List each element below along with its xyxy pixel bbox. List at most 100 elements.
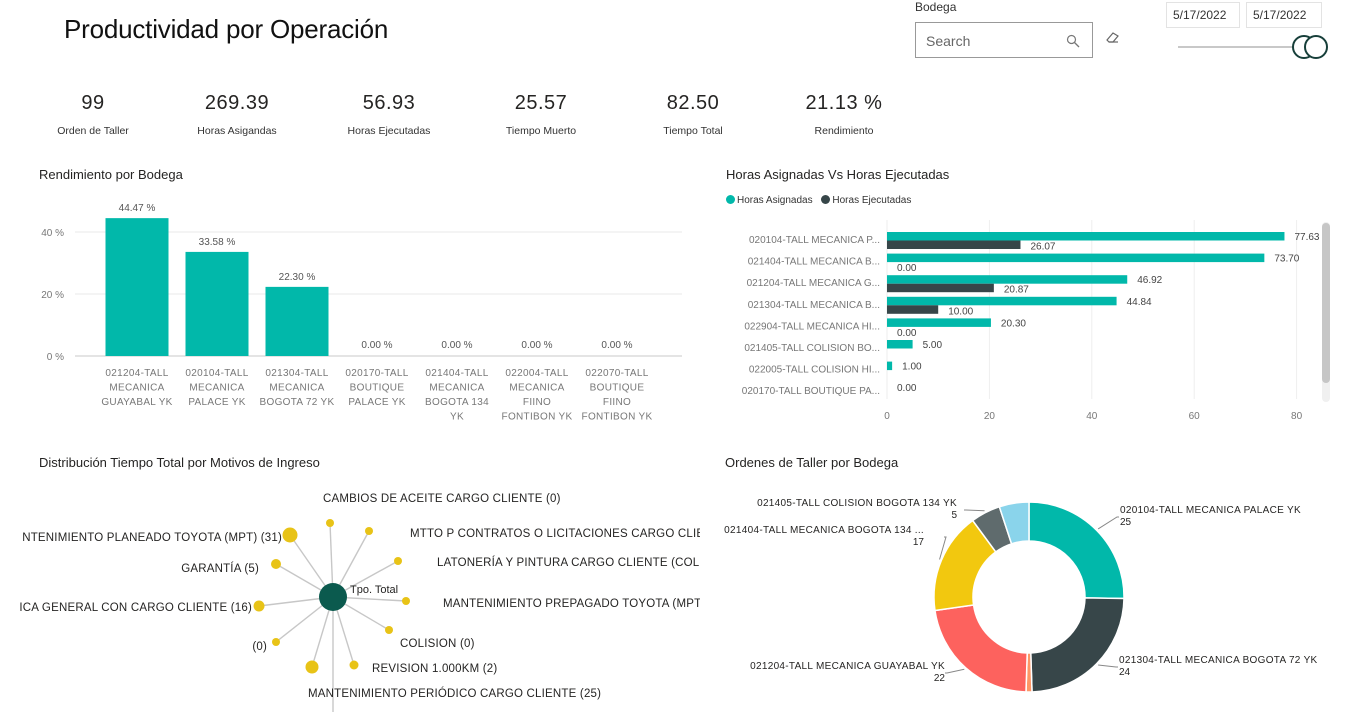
network-node[interactable] <box>326 519 334 527</box>
bar-ejecutadas[interactable] <box>887 240 1021 250</box>
slice-name-label: 020104-TALL MECANICA PALACE YK <box>1120 505 1301 516</box>
slice-name-label: 021405-TALL COLISION BOGOTA 134 YK <box>757 498 957 509</box>
leader-line <box>1097 516 1119 530</box>
donut-slice[interactable] <box>934 604 1028 693</box>
network-node[interactable] <box>394 557 402 565</box>
kpi-value: 82.50 <box>666 92 720 114</box>
bar-asignadas[interactable] <box>887 361 893 371</box>
data-label: 5.00 <box>923 340 943 351</box>
date-start-input[interactable]: 5/17/2022 <box>1166 2 1240 28</box>
network-node[interactable] <box>305 660 319 674</box>
x-tick-label: 60 <box>1189 411 1201 422</box>
kpi-label: Horas Ejecutadas <box>347 125 431 137</box>
kpi-value: 269.39 <box>204 92 270 114</box>
network-node[interactable] <box>271 559 281 569</box>
y-tick-label: 021405-TALL COLISION BO... <box>744 343 880 354</box>
bodega-slicer-label: Bodega <box>915 0 957 14</box>
x-tick-label: PALACE YK <box>348 397 405 408</box>
bar-ejecutadas[interactable] <box>887 305 939 314</box>
legend-item-asignadas[interactable]: Horas Asignadas <box>726 195 813 206</box>
horas-legend: Horas Asignadas Horas Ejecutadas <box>726 195 917 206</box>
node-label: LATONERÍA Y PINTURA CARGO CLIENTE (COLIS <box>437 556 700 569</box>
date-end-input[interactable]: 5/17/2022 <box>1246 2 1322 28</box>
network-node[interactable] <box>385 626 393 634</box>
slice-value-label: 24 <box>1119 667 1131 678</box>
x-tick-label: GUAYABAL YK <box>101 397 172 408</box>
kpi-label: Orden de Taller <box>57 125 129 137</box>
data-label: 22.30 % <box>279 272 316 283</box>
x-tick-label: FIINO <box>603 397 631 408</box>
bar[interactable] <box>105 218 169 356</box>
y-tick-label: 021304-TALL MECANICA B... <box>748 300 880 311</box>
kpi-card-ordenes: 99 Orden de Taller <box>23 92 163 137</box>
bar-asignadas[interactable] <box>887 340 913 349</box>
x-tick-label: YK <box>450 412 464 423</box>
node-label: CAMBIOS DE ACEITE CARGO CLIENTE (0) <box>323 493 561 505</box>
page-title: Productividad por Operación <box>64 14 389 44</box>
data-label: 10.00 <box>948 306 973 317</box>
center-node-label: Tpo. Total <box>350 584 398 596</box>
x-tick-label: MECANICA <box>189 383 244 394</box>
node-label: (0) <box>252 641 267 653</box>
x-tick-label: 021204-TALL <box>105 368 168 379</box>
legend-dot-asignadas <box>726 195 735 204</box>
x-tick-label: MECANICA <box>509 383 564 394</box>
bar-asignadas[interactable] <box>887 318 991 327</box>
slice-value-label: 5 <box>951 510 957 521</box>
eraser-icon[interactable] <box>1104 30 1120 44</box>
data-label: 44.47 % <box>119 203 156 214</box>
x-tick-label: MECANICA <box>269 383 324 394</box>
kpi-value: 25.57 <box>514 92 568 114</box>
donut-slice[interactable] <box>1028 501 1125 600</box>
node-label: NTENIMIENTO PLANEADO TOYOTA (MPT) (31) <box>22 532 282 544</box>
horas-chart-title: Horas Asignadas Vs Horas Ejecutadas <box>726 167 950 182</box>
scrollbar-thumb[interactable] <box>1322 223 1330 383</box>
network-node[interactable] <box>349 660 359 670</box>
bar-asignadas[interactable] <box>887 253 1265 263</box>
kpi-value: 21.13 % <box>805 92 883 114</box>
bar-asignadas[interactable] <box>887 232 1285 241</box>
network-node[interactable] <box>402 597 410 605</box>
donut-slice[interactable] <box>1030 597 1125 693</box>
network-node[interactable] <box>282 527 298 543</box>
network-node[interactable] <box>272 638 280 646</box>
x-tick-label: 022004-TALL <box>505 368 568 379</box>
legend-item-ejecutadas[interactable]: Horas Ejecutadas <box>821 195 911 206</box>
x-tick-label: 80 <box>1291 411 1303 422</box>
date-slider-handle-end[interactable] <box>1304 35 1328 59</box>
motivos-network-chart: CAMBIOS DE ACEITE CARGO CLIENTE (0) MTTO … <box>19 493 700 712</box>
bar[interactable] <box>265 286 329 356</box>
data-label: 33.58 % <box>199 237 236 248</box>
x-tick-label: FONTIBON YK <box>502 412 573 423</box>
node-label: MTTO P CONTRATOS O LICITACIONES CARGO CL… <box>410 528 700 540</box>
network-node[interactable] <box>253 600 265 612</box>
x-tick-label: 40 <box>1086 411 1098 422</box>
data-label: 26.07 <box>1030 242 1055 253</box>
data-label: 73.70 <box>1274 254 1299 265</box>
network-center-node[interactable] <box>319 583 347 611</box>
ordenes-chart-title: Ordenes de Taller por Bodega <box>725 455 899 470</box>
data-label: 46.92 <box>1137 275 1162 286</box>
bar-ejecutadas[interactable] <box>887 283 994 293</box>
bodega-search-input[interactable] <box>926 31 1066 51</box>
network-node[interactable] <box>365 527 373 535</box>
data-label: 0.00 % <box>601 340 632 351</box>
y-tick-label: 021204-TALL MECANICA G... <box>747 278 880 289</box>
kpi-label: Tiempo Total <box>663 125 723 137</box>
x-tick-label: BOUTIQUE <box>590 383 645 394</box>
data-label: 77.63 <box>1294 232 1319 243</box>
data-label: 1.00 <box>902 362 922 373</box>
slice-name-label: 021204-TALL MECANICA GUAYABAL YK <box>750 661 945 672</box>
search-icon[interactable] <box>1066 34 1080 48</box>
y-tick-label: 0 % <box>47 352 64 363</box>
x-tick-label: 020170-TALL <box>345 368 408 379</box>
data-label: 0.00 % <box>521 340 552 351</box>
x-tick-label: MECANICA <box>429 383 484 394</box>
bar-asignadas[interactable] <box>887 275 1128 284</box>
data-label: 0.00 <box>897 328 917 339</box>
bar[interactable] <box>185 251 249 356</box>
data-label: 20.87 <box>1004 285 1029 296</box>
bodega-search-box[interactable] <box>915 22 1093 58</box>
node-label: COLISION (0) <box>400 638 475 650</box>
bar-asignadas[interactable] <box>887 296 1117 306</box>
